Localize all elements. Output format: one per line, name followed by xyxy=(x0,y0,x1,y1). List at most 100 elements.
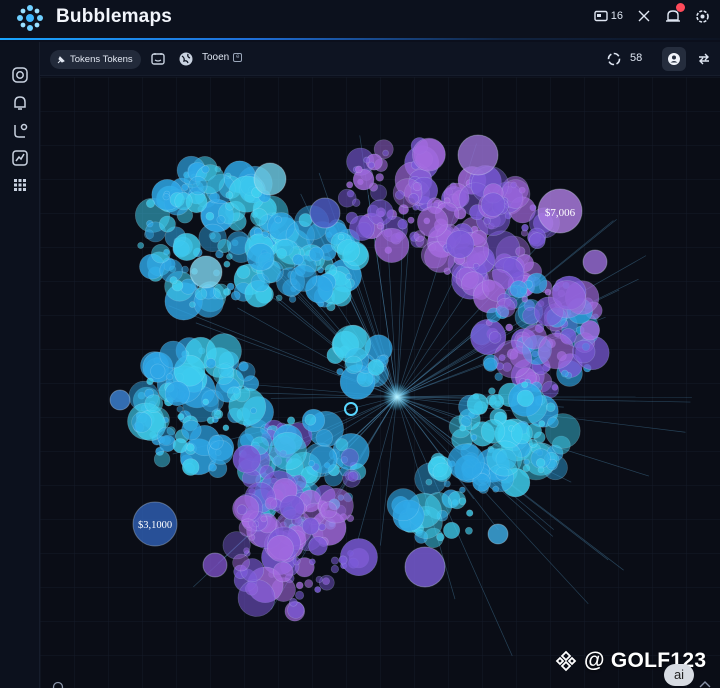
swap-icon xyxy=(638,10,650,22)
holder-bubble xyxy=(216,215,226,225)
brand-title: Bubblemaps xyxy=(56,6,173,27)
binance-logo-icon xyxy=(555,650,577,672)
holder-bubble xyxy=(472,262,480,270)
user-icon xyxy=(668,53,680,65)
holder-bubble xyxy=(223,260,231,268)
holder-bubble xyxy=(315,429,333,447)
holder-bubble xyxy=(417,206,449,238)
holder-bubble xyxy=(169,276,178,285)
holder-bubble xyxy=(330,565,340,574)
holder-bubble xyxy=(397,218,409,230)
featured-holder-bubble xyxy=(189,255,223,289)
holder-bubble xyxy=(151,244,171,264)
globe-icon[interactable] xyxy=(178,51,194,67)
holder-bubble xyxy=(181,183,189,191)
featured-holder-bubble xyxy=(253,162,287,196)
bell-icon[interactable] xyxy=(11,94,29,112)
chart-icon[interactable] xyxy=(11,149,29,167)
holder-bubble xyxy=(295,581,304,590)
token-selector[interactable]: Tooen e xyxy=(202,52,243,63)
holder-bubble xyxy=(164,381,190,407)
bubble-map-svg[interactable]: $7,006 $3,1000 xyxy=(40,77,720,688)
featured-holder-bubble xyxy=(309,197,341,229)
holder-bubble xyxy=(528,232,546,249)
holder-bubble xyxy=(346,181,354,189)
holder-bubble xyxy=(250,407,257,415)
refresh-icon[interactable] xyxy=(606,51,622,67)
holder-bubble xyxy=(488,331,502,344)
holder-bubble xyxy=(268,432,307,471)
holder-bubble xyxy=(432,462,452,482)
instagram-icon[interactable] xyxy=(11,66,29,84)
holder-bubble xyxy=(274,215,282,224)
holder-bubble xyxy=(337,233,345,241)
holder-bubble xyxy=(217,239,232,254)
holder-bubble xyxy=(486,440,523,477)
holder-bubble xyxy=(146,377,154,386)
bubble-value-label: $7,006 xyxy=(545,207,576,219)
search-icon[interactable] xyxy=(52,680,64,688)
central-hub-node[interactable] xyxy=(383,383,411,411)
holder-bubble xyxy=(162,193,170,201)
share-arrow-icon[interactable] xyxy=(696,51,712,67)
holder-bubble xyxy=(292,557,301,566)
holder-bubble xyxy=(368,161,375,169)
swap-button[interactable] xyxy=(637,6,651,26)
holder-bubble xyxy=(131,411,153,433)
holder-bubble xyxy=(201,165,210,174)
holder-bubble xyxy=(156,426,176,446)
top-bar: Bubblemaps 16 xyxy=(0,0,720,40)
holder-bubble xyxy=(205,211,215,221)
holder-bubble xyxy=(222,424,230,432)
ai-badge[interactable]: ai xyxy=(664,664,694,686)
wallet-button[interactable]: 16 xyxy=(594,6,623,26)
holder-bubble xyxy=(272,561,294,583)
holder-bubble xyxy=(509,280,528,298)
holder-bubble xyxy=(188,176,208,196)
holder-bubble xyxy=(314,586,322,593)
face-icon[interactable] xyxy=(150,51,166,67)
holder-bubble xyxy=(295,590,305,600)
holder-bubble xyxy=(209,434,224,450)
holder-bubble xyxy=(412,204,419,211)
chevron-icon[interactable] xyxy=(698,678,712,688)
holder-bubble xyxy=(246,243,275,271)
holder-bubble xyxy=(236,362,256,382)
featured-holder-bubble xyxy=(404,546,446,588)
holder-bubble xyxy=(521,381,529,388)
holder-bubble xyxy=(292,253,304,266)
holder-bubble xyxy=(425,478,433,486)
holder-bubble xyxy=(547,416,559,428)
holder-bubble xyxy=(545,402,556,413)
holder-bubble xyxy=(394,190,405,200)
tokens-chip[interactable]: Tokens Tokens xyxy=(50,50,141,69)
holder-bubble xyxy=(279,494,305,520)
holder-bubble xyxy=(302,517,320,535)
bubble-map-canvas[interactable]: $7,006 $3,1000 xyxy=(40,77,720,688)
holder-bubble xyxy=(367,199,394,226)
holder-bubble xyxy=(137,242,145,249)
holder-bubble xyxy=(340,448,359,467)
connect-icon[interactable] xyxy=(11,122,29,140)
holder-bubble xyxy=(176,405,184,413)
top-actions: 16 xyxy=(594,3,710,26)
holder-bubble xyxy=(232,553,250,572)
bubble-cluster-logo-icon[interactable] xyxy=(14,2,46,34)
holder-bubble xyxy=(488,387,496,395)
holder-bubble xyxy=(536,458,546,468)
holder-bubble xyxy=(571,339,596,364)
featured-holder-bubble xyxy=(109,389,131,411)
settings-button[interactable] xyxy=(695,6,710,26)
holder-bubble xyxy=(521,224,529,232)
pin-icon xyxy=(57,55,65,63)
holder-bubble xyxy=(352,198,361,207)
user-button[interactable] xyxy=(662,47,686,71)
holder-bubble xyxy=(483,357,498,372)
holder-bubble xyxy=(182,458,200,476)
holder-bubble xyxy=(374,227,410,263)
featured-holder-bubble xyxy=(487,523,509,545)
notification-button[interactable] xyxy=(665,3,685,26)
holder-bubble xyxy=(309,445,338,474)
holder-bubble xyxy=(483,217,491,225)
grid-icon[interactable] xyxy=(11,176,29,194)
